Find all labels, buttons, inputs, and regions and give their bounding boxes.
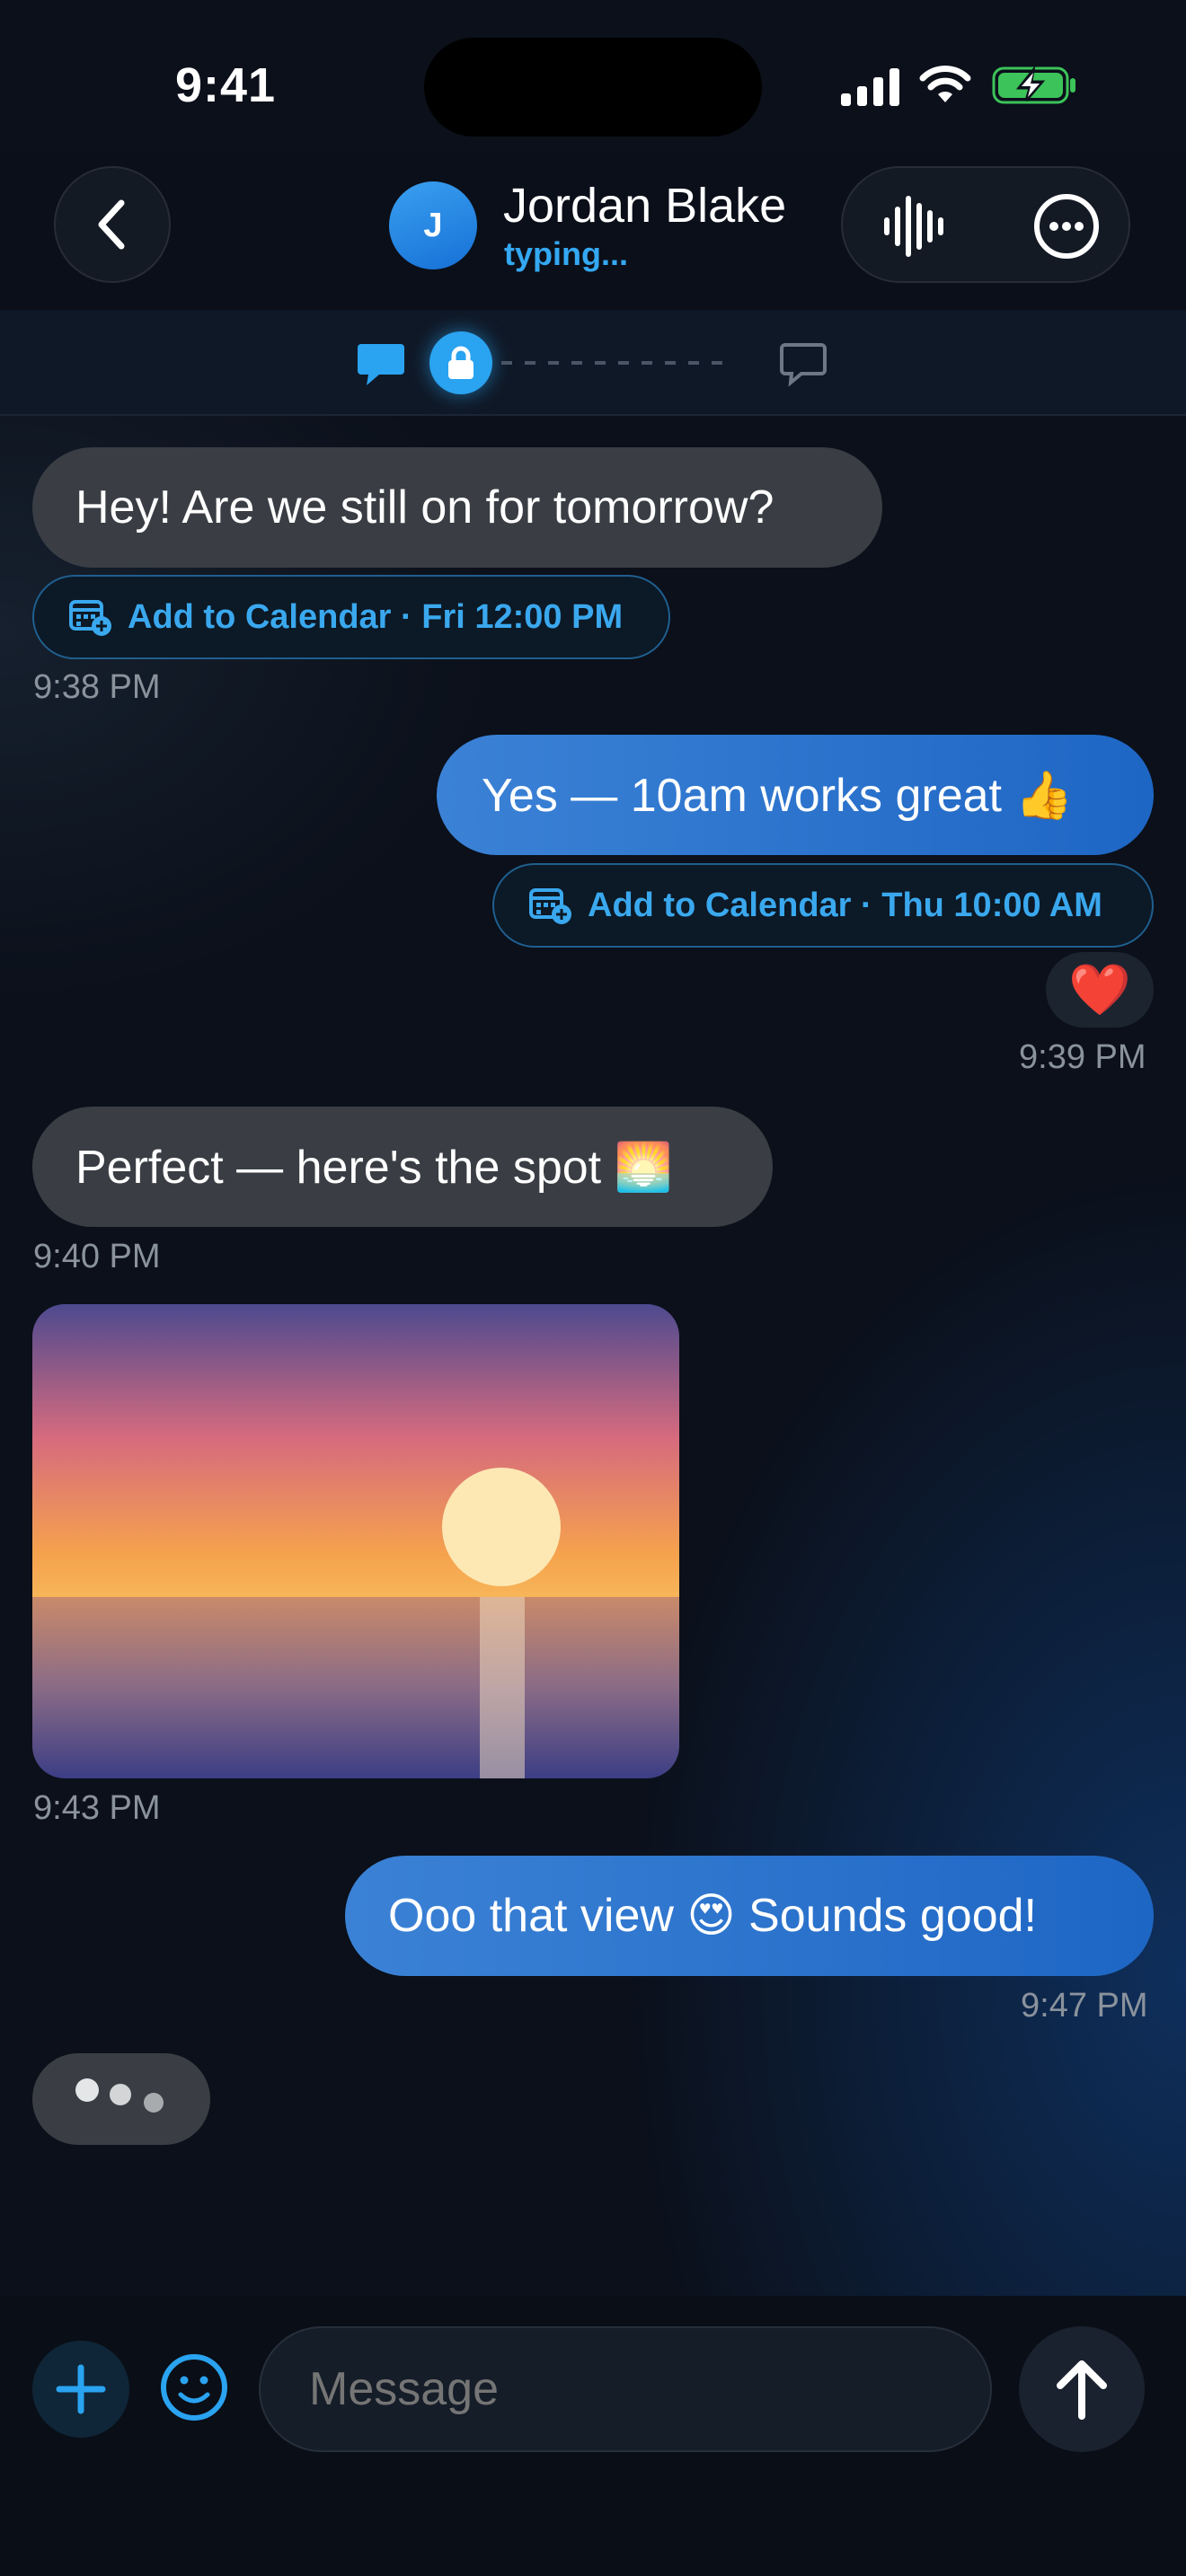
- outgoing-message[interactable]: Ooo that view 😍 Sounds good!: [345, 1856, 1154, 1976]
- add-attachment-button[interactable]: [32, 2341, 129, 2438]
- message-timestamp: 9:47 PM: [1021, 1987, 1148, 2025]
- message-timestamp: 9:38 PM: [33, 668, 161, 706]
- calendar-add-icon: [529, 888, 571, 924]
- message-text: Yes — 10am works great 👍: [482, 769, 1074, 822]
- calendar-suggestion-text: Add to Calendar · Thu 10:00 AM: [588, 886, 1102, 924]
- progress-dashes: [501, 361, 735, 365]
- add-to-calendar-button[interactable]: Add to Calendar · Fri 12:00 PM: [32, 575, 670, 659]
- wifi-icon: [919, 66, 971, 102]
- message-text: Perfect — here's the spot 🌅: [75, 1141, 673, 1194]
- more-icon[interactable]: [1030, 190, 1103, 263]
- add-to-calendar-button[interactable]: Add to Calendar · Thu 10:00 AM: [492, 863, 1154, 948]
- plus-icon: [56, 2364, 106, 2414]
- message-input[interactable]: [259, 2326, 992, 2452]
- incoming-message[interactable]: Perfect — here's the spot 🌅: [32, 1107, 773, 1227]
- chat-outline-icon: [780, 343, 827, 387]
- message-text: Hey! Are we still on for tomorrow?: [75, 481, 774, 534]
- reaction-emoji: ❤️: [1068, 961, 1131, 1018]
- waveform-icon[interactable]: [879, 190, 952, 263]
- message-timestamp: 9:40 PM: [33, 1238, 161, 1275]
- message-timestamp: 9:39 PM: [1019, 1038, 1146, 1076]
- conversation-header: J Jordan Blake typing...: [0, 153, 1186, 310]
- lock-icon: [448, 346, 474, 379]
- chat-screen: 9:41 J Jordan Blake typing... Hey! Are w…: [0, 0, 1186, 2576]
- message-timestamp: 9:43 PM: [33, 1789, 161, 1827]
- outgoing-message[interactable]: Yes — 10am works great 👍: [437, 735, 1154, 855]
- composer-bar: [0, 2296, 1186, 2576]
- contact-name[interactable]: Jordan Blake: [503, 178, 786, 234]
- header-actions: [841, 166, 1130, 283]
- message-text: Ooo that view 😍 Sounds good!: [388, 1890, 1037, 1942]
- arrow-up-icon: [1057, 2360, 1107, 2420]
- cellular-signal-icon: [841, 66, 900, 106]
- typing-indicator: [32, 2053, 210, 2145]
- heart-reaction[interactable]: ❤️: [1046, 952, 1154, 1028]
- encryption-indicator-bar: [0, 310, 1186, 416]
- calendar-add-icon: [69, 600, 111, 636]
- calendar-suggestion-text: Add to Calendar · Fri 12:00 PM: [128, 597, 624, 636]
- typing-status: typing...: [504, 235, 628, 272]
- dynamic-island: [424, 38, 762, 137]
- smiley-icon[interactable]: [158, 2351, 230, 2423]
- avatar[interactable]: J: [389, 181, 477, 269]
- chat-bubble-icon: [358, 344, 404, 385]
- status-time: 9:41: [175, 58, 277, 112]
- send-button[interactable]: [1019, 2326, 1145, 2452]
- sunset-photo: [32, 1304, 679, 1778]
- incoming-message[interactable]: Hey! Are we still on for tomorrow?: [32, 447, 882, 568]
- status-bar: 9:41: [0, 0, 1186, 171]
- photo-message[interactable]: [32, 1304, 679, 1778]
- back-button[interactable]: [54, 166, 171, 283]
- battery-charging-icon: [992, 65, 1075, 104]
- lock-button[interactable]: [429, 331, 492, 394]
- back-chevron-icon: [98, 199, 125, 250]
